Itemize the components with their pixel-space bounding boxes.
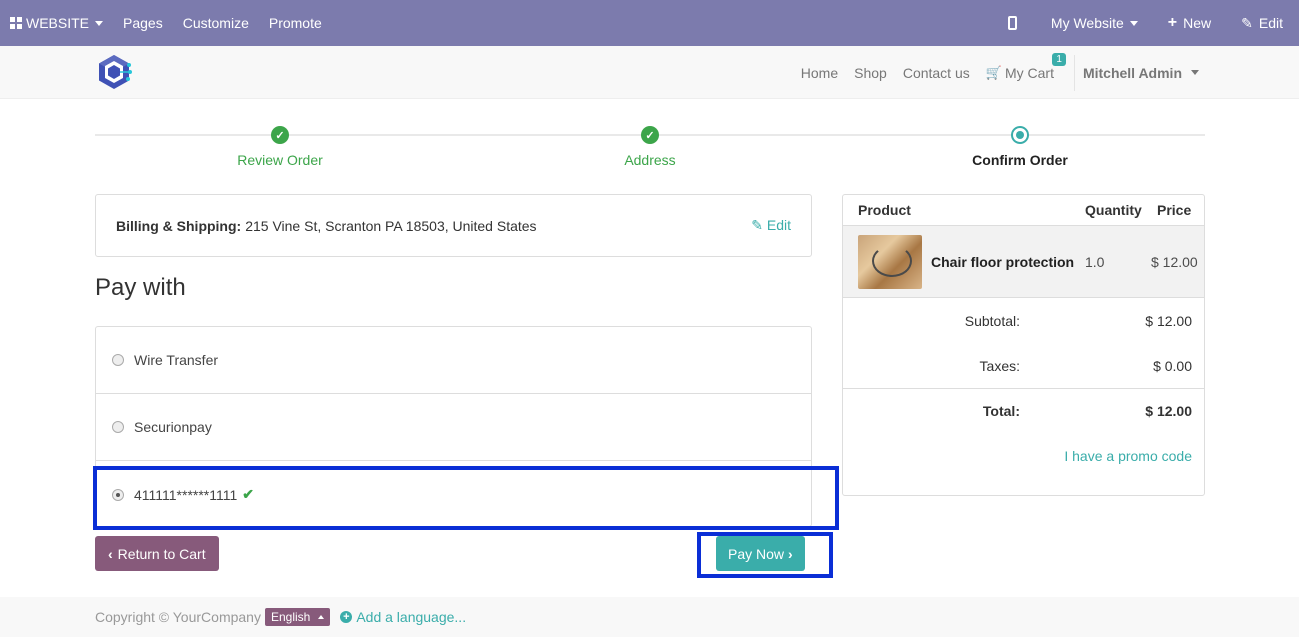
header-product: Product xyxy=(858,202,911,218)
website-menu[interactable]: WEBSITE xyxy=(0,0,113,46)
cart-label: My Cart xyxy=(1004,64,1054,81)
chevron-down-icon xyxy=(1129,20,1138,26)
my-website-label: My Website xyxy=(1050,15,1124,31)
edit-address-link[interactable]: ✎ Edit xyxy=(751,217,791,234)
current-step-icon xyxy=(1011,126,1029,144)
total-value: $ 12.00 xyxy=(1145,403,1192,419)
language-label: English xyxy=(270,610,311,624)
billing-label: Billing & Shipping: xyxy=(116,217,242,234)
highlight-box-saved-card xyxy=(93,466,839,530)
user-menu[interactable]: Mitchell Admin xyxy=(1083,65,1199,81)
taxes-row: Taxes: $ 0.00 xyxy=(843,343,1204,388)
user-name: Mitchell Admin xyxy=(1082,64,1182,81)
radio-button[interactable] xyxy=(112,354,124,366)
product-name: Chair floor protection xyxy=(931,253,1075,270)
language-selector[interactable]: English xyxy=(264,608,331,626)
admin-bar: WEBSITE Pages Customize Promote My Websi… xyxy=(0,0,1299,46)
nav-contact[interactable]: Contact us xyxy=(895,65,978,81)
subtotal-value: $ 12.00 xyxy=(1145,312,1192,329)
add-language-link[interactable]: + Add a language... xyxy=(340,609,466,625)
nav-divider xyxy=(1073,54,1075,91)
billing-shipping-card: Billing & Shipping: 215 Vine St, Scranto… xyxy=(95,194,812,257)
step-review-order[interactable]: ✓ Review Order xyxy=(95,125,465,168)
product-row: Chair floor protection 1.0 $ 12.00 xyxy=(843,226,1204,298)
subtotal-label: Subtotal: xyxy=(964,312,1020,329)
site-header: Home Shop Contact us 🛒 My Cart 1 Mitchel… xyxy=(0,46,1299,99)
new-label: New xyxy=(1183,15,1212,31)
my-website-menu[interactable]: My Website xyxy=(1041,0,1158,46)
product-price: $ 12.00 xyxy=(1151,253,1198,270)
pay-with-heading: Pay with xyxy=(95,274,186,301)
header-quantity: Quantity xyxy=(1085,202,1142,218)
chevron-down-icon xyxy=(95,20,104,26)
pages-menu[interactable]: Pages xyxy=(113,0,173,46)
promote-menu[interactable]: Promote xyxy=(259,0,332,46)
payment-option-wire-transfer[interactable]: Wire Transfer xyxy=(96,327,811,394)
total-label: Total: xyxy=(982,403,1020,419)
payment-option-label: Wire Transfer xyxy=(134,352,219,368)
total-row: Total: $ 12.00 xyxy=(843,388,1204,433)
check-circle-icon: ✓ xyxy=(271,126,289,144)
copyright-text: Copyright © YourCompany xyxy=(95,609,261,625)
customize-menu[interactable]: Customize xyxy=(173,0,259,46)
return-to-cart-label: Return to Cart xyxy=(117,545,206,562)
nav-home[interactable]: Home xyxy=(793,65,846,81)
plus-icon: + xyxy=(1167,14,1178,31)
main-nav: Home Shop Contact us 🛒 My Cart 1 Mitchel… xyxy=(793,46,1199,99)
website-menu-label: WEBSITE xyxy=(26,15,90,31)
cart-count-badge: 1 xyxy=(1052,52,1066,66)
taxes-value: $ 0.00 xyxy=(1153,357,1192,374)
check-circle-icon: ✓ xyxy=(641,126,659,144)
edit-label: Edit xyxy=(1258,15,1283,31)
step-label: Review Order xyxy=(237,152,323,168)
mobile-icon xyxy=(1007,16,1017,30)
chevron-up-icon xyxy=(318,615,325,619)
footer: Copyright © YourCompany English + Add a … xyxy=(0,597,1299,637)
pencil-icon: ✎ xyxy=(1241,14,1253,31)
mobile-preview-button[interactable] xyxy=(998,0,1041,46)
highlight-box-pay-now xyxy=(697,532,833,578)
payment-option-securionpay[interactable]: Securionpay xyxy=(96,394,811,461)
edit-address-label: Edit xyxy=(766,217,791,233)
header-price: Price xyxy=(1157,202,1192,218)
add-language-label: Add a language... xyxy=(356,609,467,625)
chevron-left-icon: ‹ xyxy=(108,545,113,562)
edit-button[interactable]: ✎ Edit xyxy=(1231,0,1293,46)
cart-icon: 🛒 xyxy=(985,64,1002,80)
step-confirm-order: Confirm Order xyxy=(835,125,1205,168)
apps-grid-icon xyxy=(10,17,22,29)
product-image xyxy=(858,234,922,289)
nav-cart[interactable]: 🛒 My Cart 1 xyxy=(978,52,1066,81)
order-summary: Product Quantity Price Chair floor prote… xyxy=(842,194,1205,496)
summary-header: Product Quantity Price xyxy=(843,195,1204,226)
billing-address: 215 Vine St, Scranton PA 18503, United S… xyxy=(245,217,537,234)
plus-circle-icon: + xyxy=(340,611,353,623)
new-button[interactable]: + New xyxy=(1158,0,1231,46)
promo-code-link[interactable]: I have a promo code xyxy=(843,433,1204,479)
step-label: Confirm Order xyxy=(972,152,1068,168)
return-to-cart-button[interactable]: ‹ Return to Cart xyxy=(95,536,219,571)
payment-option-label: Securionpay xyxy=(134,419,212,435)
taxes-label: Taxes: xyxy=(979,357,1020,374)
edit-icon: ✎ xyxy=(751,217,763,233)
company-logo[interactable] xyxy=(95,53,133,91)
subtotal-row: Subtotal: $ 12.00 xyxy=(843,298,1204,343)
radio-button[interactable] xyxy=(112,421,124,433)
step-label: Address xyxy=(624,152,676,168)
chevron-down-icon xyxy=(1191,70,1199,75)
checkout-progress: ✓ Review Order ✓ Address Confirm Order xyxy=(95,125,1205,175)
step-address[interactable]: ✓ Address xyxy=(465,125,835,168)
product-qty: 1.0 xyxy=(1085,253,1105,270)
nav-shop[interactable]: Shop xyxy=(846,65,895,81)
